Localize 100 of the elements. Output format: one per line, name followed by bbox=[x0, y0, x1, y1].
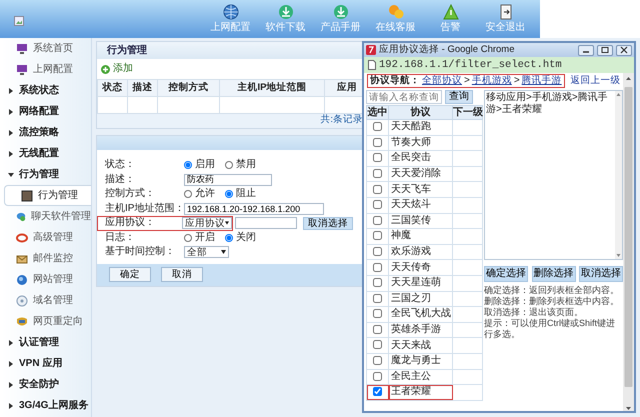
table-cell: 全民飞机大战 bbox=[388, 306, 452, 322]
sidebar-group[interactable]: 流控策略 bbox=[0, 122, 91, 143]
radio-button[interactable] bbox=[184, 190, 192, 198]
checkbox[interactable] bbox=[373, 200, 382, 210]
checkbox[interactable] bbox=[373, 246, 382, 256]
checkbox[interactable] bbox=[373, 356, 382, 366]
list-option[interactable]: 移动应用>手机游戏>腾讯手游>王者荣耀 bbox=[486, 92, 614, 116]
text-field[interactable]: 192.168.1.20-192.168.1.200 bbox=[184, 202, 324, 215]
sidebar-item[interactable]: 网站管理 bbox=[0, 269, 91, 290]
form-button[interactable]: 取消 bbox=[161, 267, 203, 282]
sidebar-group[interactable]: 3G/4G上网服务 bbox=[0, 395, 91, 416]
selection-listbox[interactable]: 移动应用>手机游戏>腾讯手游>王者荣耀 bbox=[484, 90, 623, 260]
sidebar-item[interactable]: 邮件监控 bbox=[0, 248, 91, 269]
sidebar-item[interactable]: 网页重定向 bbox=[0, 311, 91, 332]
checkbox[interactable] bbox=[373, 387, 382, 396]
radio-label: 开启 bbox=[195, 232, 215, 244]
column-header: 主机IP地址范围 bbox=[220, 80, 324, 96]
dropdown[interactable]: 应用协议 bbox=[182, 217, 232, 230]
table-cell: 全民主公 bbox=[388, 369, 452, 385]
table-cell: 三国之刃 bbox=[388, 291, 452, 307]
radio-label: 禁用 bbox=[236, 159, 256, 172]
search-field[interactable]: 请输入名称查询 bbox=[366, 90, 442, 104]
globe-icon bbox=[16, 274, 28, 286]
sidebar-item[interactable]: 聊天软件管理 bbox=[0, 206, 91, 227]
radio-button[interactable] bbox=[225, 190, 233, 198]
sidebar-item[interactable]: 域名管理 bbox=[0, 290, 91, 311]
radio-button[interactable] bbox=[184, 161, 192, 170]
table-cell: 神魔 bbox=[388, 228, 452, 244]
field-label: 基于时间控制： bbox=[104, 246, 176, 258]
field-label: 状态： bbox=[104, 159, 136, 172]
envelope-icon bbox=[16, 252, 28, 264]
table-cell: 王者荣耀 bbox=[388, 384, 452, 400]
sidebar-item[interactable]: 高级管理 bbox=[0, 227, 91, 248]
sidebar-group[interactable]: 安全防护 bbox=[0, 374, 91, 395]
checkbox[interactable] bbox=[373, 372, 382, 381]
sidebar-group[interactable]: 网络配置 bbox=[0, 101, 91, 122]
disc-icon bbox=[16, 294, 28, 306]
sidebar-group[interactable]: 系统状态 bbox=[0, 80, 91, 101]
checkbox[interactable] bbox=[373, 340, 382, 350]
checkbox[interactable] bbox=[373, 122, 382, 132]
checkbox[interactable] bbox=[373, 309, 382, 318]
checkbox[interactable] bbox=[373, 153, 382, 162]
minimize-button[interactable] bbox=[578, 44, 594, 56]
form-button[interactable]: 确定 bbox=[109, 267, 151, 282]
breadcrumb-label: 协议导航： bbox=[370, 75, 420, 87]
box-icon bbox=[21, 190, 33, 202]
action-button[interactable]: 取消选择 bbox=[579, 266, 623, 282]
download-icon bbox=[332, 4, 348, 20]
download-icon bbox=[278, 4, 294, 20]
breadcrumb-separator: > bbox=[514, 75, 520, 87]
table-cell: 三国笑传 bbox=[388, 213, 452, 229]
close-button[interactable] bbox=[616, 44, 632, 56]
checkbox[interactable] bbox=[373, 231, 382, 240]
add-icon bbox=[101, 64, 110, 74]
checkbox[interactable] bbox=[373, 184, 382, 194]
clear-selection-button[interactable]: 取消选择 bbox=[303, 216, 353, 230]
sidebar-item[interactable]: 上网配置 bbox=[0, 59, 91, 80]
sidebar-group[interactable]: 行为管理 bbox=[0, 164, 91, 185]
table-cell: 天天星连萌 bbox=[388, 275, 452, 292]
shield-icon bbox=[16, 316, 28, 328]
column-header: 选中 bbox=[366, 106, 388, 120]
action-button[interactable]: 删除选择 bbox=[532, 266, 576, 282]
sidebar-group[interactable]: 无线配置 bbox=[0, 143, 91, 164]
back-link[interactable]: 返回上一级 bbox=[570, 75, 621, 87]
broken-image-icon bbox=[14, 16, 24, 26]
sidebar-item[interactable]: 行为管理 bbox=[4, 185, 91, 206]
add-link[interactable]: 添加 bbox=[113, 63, 133, 75]
radio-label: 启用 bbox=[195, 159, 215, 172]
close-icon bbox=[619, 46, 629, 54]
breadcrumb-separator: > bbox=[464, 75, 470, 87]
checkbox[interactable] bbox=[373, 262, 382, 272]
checkbox[interactable] bbox=[373, 278, 382, 288]
checkbox[interactable] bbox=[373, 216, 382, 225]
breadcrumb-link[interactable]: 腾讯手游 bbox=[522, 75, 562, 87]
dropdown[interactable]: 全部 bbox=[184, 246, 229, 258]
help-text: 提示：可以使用Ctrl键或Shift键进行多选。 bbox=[484, 318, 616, 340]
table-cell: 天天酷跑 bbox=[388, 120, 452, 136]
checkbox[interactable] bbox=[373, 324, 382, 334]
maximize-button[interactable] bbox=[597, 44, 613, 56]
exit-icon bbox=[498, 4, 514, 20]
radio-button[interactable] bbox=[184, 234, 192, 242]
sidebar-item[interactable]: 系统首页 bbox=[0, 38, 91, 59]
window-title: 应用协议选择 - Google Chrome bbox=[379, 44, 516, 56]
text-field[interactable]: 防农药 bbox=[184, 174, 272, 186]
search-button[interactable]: 查询 bbox=[445, 90, 473, 104]
checkbox[interactable] bbox=[373, 138, 382, 147]
sidebar-group[interactable]: VPN 应用 bbox=[0, 353, 91, 374]
table-cell: 魔龙与勇士 bbox=[388, 353, 452, 369]
breadcrumb-link[interactable]: 手机游戏 bbox=[472, 75, 512, 87]
warning-icon bbox=[442, 4, 458, 20]
breadcrumb-link[interactable]: 全部协议 bbox=[422, 75, 462, 87]
radio-button[interactable] bbox=[225, 234, 233, 242]
checkbox[interactable] bbox=[373, 294, 382, 303]
sidebar-group[interactable]: 认证管理 bbox=[0, 332, 91, 353]
field-label: 控制方式： bbox=[104, 188, 156, 200]
action-button[interactable]: 确定选择 bbox=[484, 266, 528, 282]
radio-button[interactable] bbox=[225, 161, 233, 170]
field-label: 应用协议： bbox=[104, 217, 156, 230]
text-field[interactable] bbox=[235, 217, 297, 230]
checkbox[interactable] bbox=[373, 168, 382, 178]
